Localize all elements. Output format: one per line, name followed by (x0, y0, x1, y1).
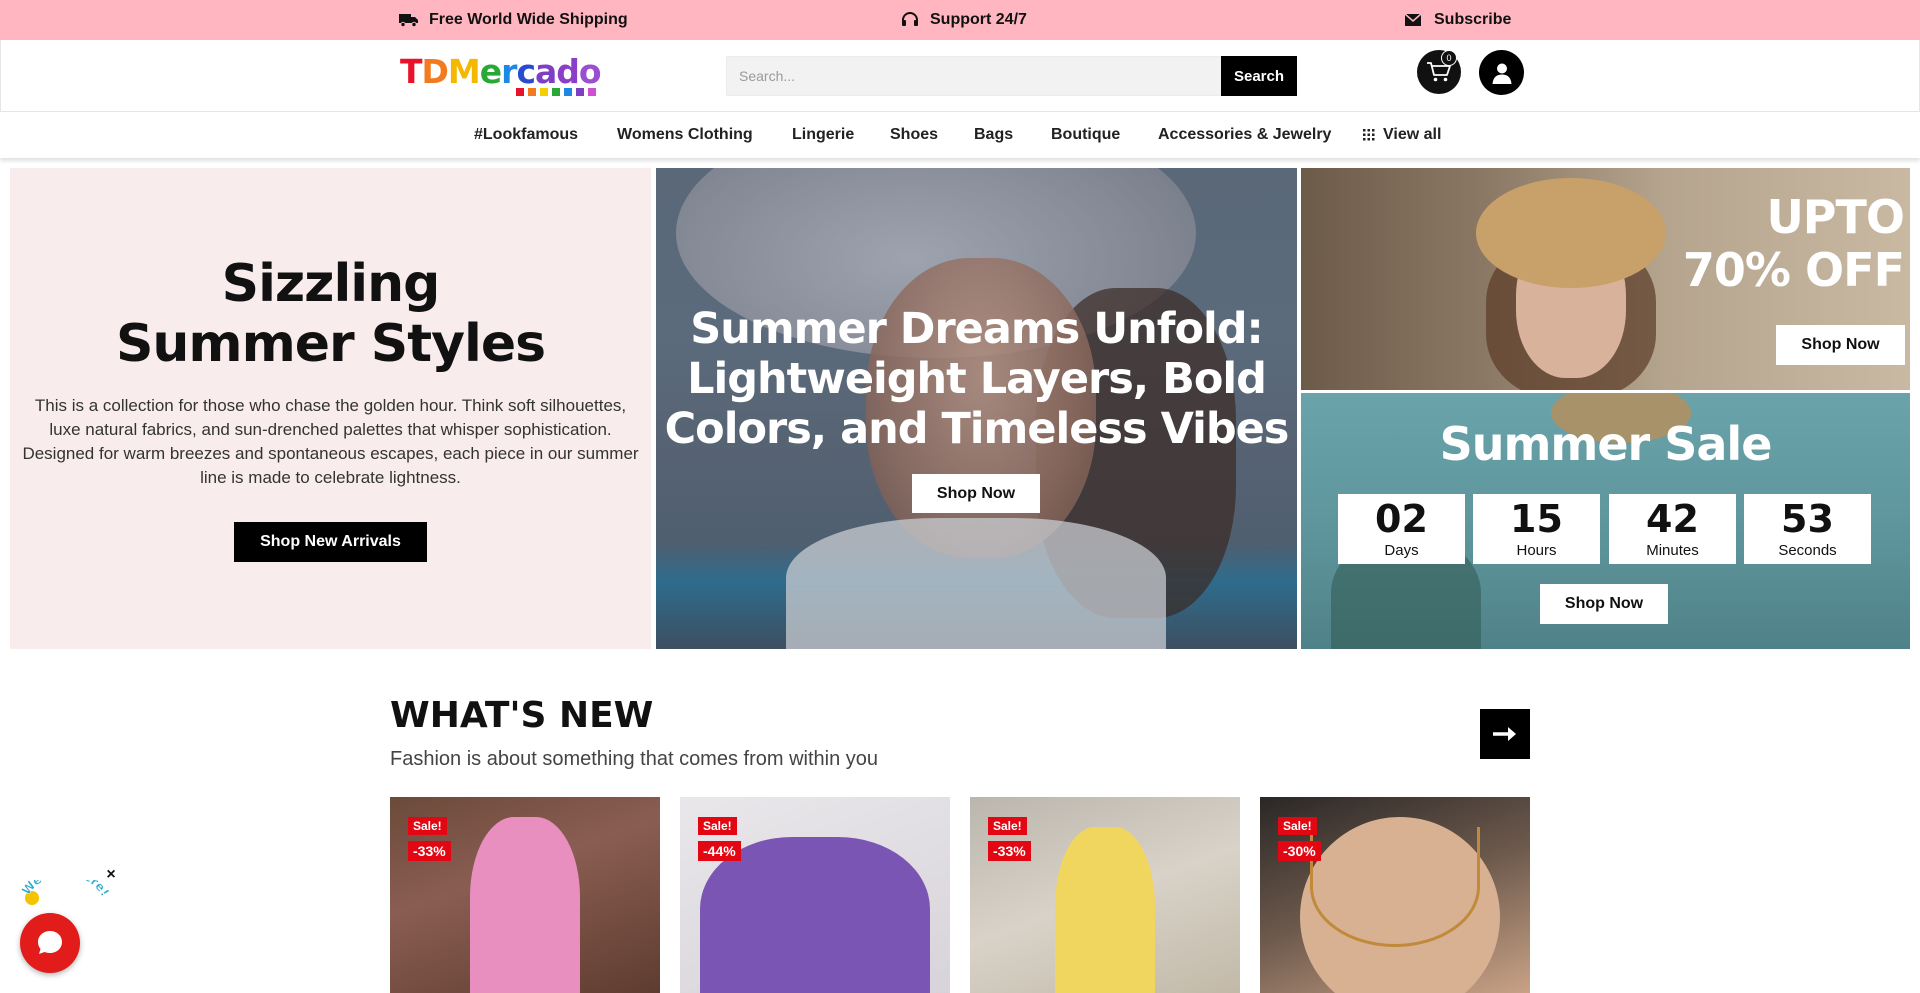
countdown-minutes: 42 Minutes (1609, 494, 1736, 564)
sale-badge: Sale! (408, 817, 447, 835)
product-photo-yellow-dress (1055, 827, 1155, 993)
whats-new-next-button[interactable] (1480, 709, 1530, 759)
title-line-2: Lightweight Layers, Bold (687, 354, 1267, 404)
subscribe-text[interactable]: Subscribe (1434, 11, 1511, 29)
summer-dreams-shop-now-button[interactable]: Shop Now (912, 474, 1040, 513)
site-header: TDMercado Search 0 (0, 40, 1920, 112)
user-icon (1492, 63, 1511, 84)
product-card[interactable]: Sale! -33% (390, 797, 660, 993)
countdown-seconds-value: 53 (1781, 497, 1834, 541)
discount-badge: -33% (988, 841, 1031, 861)
countdown-minutes-value: 42 (1646, 497, 1699, 541)
title-line-2: 70% OFF (1682, 243, 1905, 297)
view-all-label: View all (1383, 126, 1442, 143)
nav-item-boutique[interactable]: Boutique (1051, 112, 1120, 158)
promo-photo-hat (1476, 178, 1666, 288)
promo-upto-70-off[interactable]: UPTO 70% OFF Shop Now (1301, 168, 1910, 390)
nav-item-view-all[interactable]: View all (1363, 112, 1441, 158)
sale-badge: Sale! (1278, 817, 1317, 835)
shipping-text: Free World Wide Shipping (429, 11, 628, 28)
envelope-icon (1404, 13, 1422, 26)
title-line-1: Summer Dreams Unfold: (690, 304, 1263, 354)
product-photo-necklace-wire (1310, 827, 1480, 947)
shipping-info: Free World Wide Shipping (399, 0, 628, 40)
main-navigation: #Lookfamous Womens Clothing Lingerie Sho… (0, 112, 1920, 158)
product-photo-pink-dress (470, 817, 580, 993)
countdown-hours-label: Hours (1516, 542, 1557, 559)
countdown-days-label: Days (1384, 542, 1419, 559)
title-line-2: Summer Styles (115, 314, 546, 374)
discount-badge: -33% (408, 841, 451, 861)
nav-item-lookfamous[interactable]: #Lookfamous (474, 112, 578, 158)
promo-shop-now-button[interactable]: Shop Now (1776, 325, 1905, 365)
site-logo[interactable]: TDMercado (400, 54, 610, 100)
nav-item-shoes[interactable]: Shoes (890, 112, 938, 158)
countdown-minutes-label: Minutes (1646, 542, 1699, 559)
product-card[interactable]: Sale! -30% (1260, 797, 1530, 993)
hero-summer-styles: Sizzling Summer Styles This is a collect… (10, 168, 651, 649)
hero-summer-dreams-title: Summer Dreams Unfold: Lightweight Layers… (656, 304, 1297, 454)
hero-photo-shirt (786, 518, 1166, 649)
subscribe-link[interactable]: Subscribe (1404, 0, 1511, 40)
chat-button[interactable] (20, 913, 80, 973)
support-text[interactable]: Support 24/7 (930, 11, 1027, 29)
title-line-3: Colors, and Timeless Vibes (664, 404, 1290, 454)
truck-icon (399, 14, 418, 28)
sale-badge: Sale! (698, 817, 737, 835)
top-announcement-bar: Free World Wide Shipping Support 24/7 Su… (0, 0, 1920, 40)
countdown-days-value: 02 (1375, 497, 1428, 541)
nav-item-womens-clothing[interactable]: Womens Clothing (617, 112, 753, 158)
discount-badge: -44% (698, 841, 741, 861)
support-info[interactable]: Support 24/7 (900, 0, 1027, 40)
cart-count-badge: 0 (1441, 50, 1457, 66)
discount-badge: -30% (1278, 841, 1321, 861)
summer-sale-shop-now-button[interactable]: Shop Now (1540, 584, 1668, 624)
title-line-1: Sizzling (221, 254, 441, 314)
account-button[interactable] (1479, 50, 1524, 95)
grid-icon (1363, 129, 1375, 141)
chat-bubble-icon (38, 931, 62, 954)
hero-summer-dreams[interactable]: Summer Dreams Unfold: Lightweight Layers… (656, 168, 1297, 649)
title-line-1: UPTO (1766, 190, 1905, 244)
sale-badge: Sale! (988, 817, 1027, 835)
nav-item-bags[interactable]: Bags (974, 112, 1013, 158)
countdown-days: 02 Days (1338, 494, 1465, 564)
summer-sale-title: Summer Sale (1439, 417, 1773, 471)
countdown-hours: 15 Hours (1473, 494, 1600, 564)
search-button[interactable]: Search (1221, 56, 1297, 96)
nav-item-accessories-jewelry[interactable]: Accessories & Jewelry (1158, 112, 1331, 158)
summer-sale-countdown: Summer Sale 02 Days 15 Hours 42 Minutes … (1301, 393, 1910, 649)
search-bar: Search (726, 56, 1297, 96)
shop-new-arrivals-button[interactable]: Shop New Arrivals (234, 522, 427, 562)
countdown-hours-value: 15 (1510, 497, 1563, 541)
promo-discount-title: UPTO 70% OFF (1682, 190, 1905, 297)
search-input[interactable] (726, 56, 1221, 96)
product-card[interactable]: Sale! -44% (680, 797, 950, 993)
logo-wordmark: TDMercado (400, 52, 602, 91)
arrow-right-icon (1493, 727, 1516, 741)
hero-summer-styles-title: Sizzling Summer Styles (10, 254, 651, 374)
whats-new-title: WHAT'S NEW (390, 695, 654, 736)
countdown-seconds: 53 Seconds (1744, 494, 1871, 564)
hero-summer-styles-description: This is a collection for those who chase… (22, 396, 639, 487)
product-card[interactable]: Sale! -33% (970, 797, 1240, 993)
headset-icon (902, 12, 918, 26)
nav-item-lingerie[interactable]: Lingerie (792, 112, 854, 158)
whats-new-subtitle: Fashion is about something that comes fr… (390, 748, 879, 770)
countdown-seconds-label: Seconds (1778, 542, 1837, 559)
